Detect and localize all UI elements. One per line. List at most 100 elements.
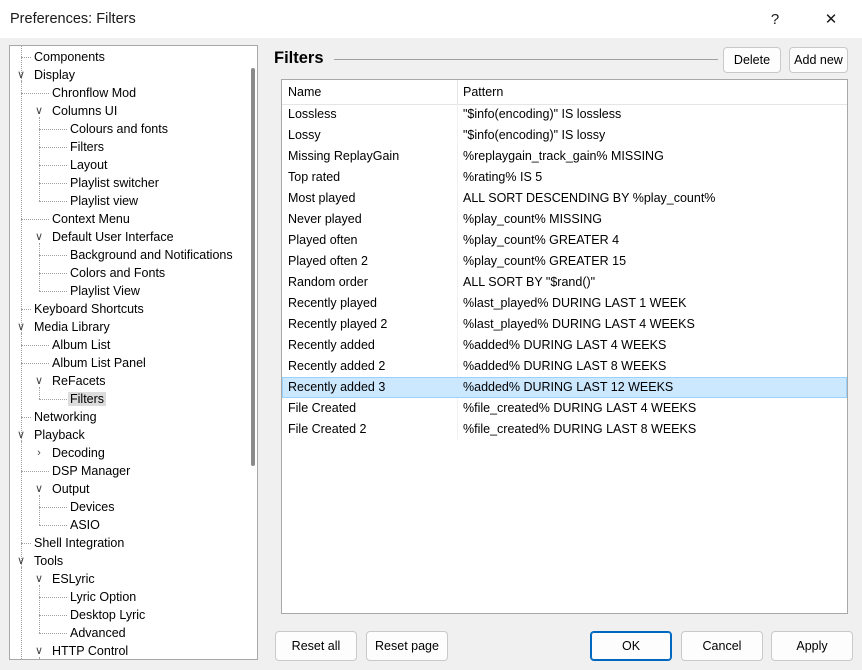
tree-item[interactable]: Decoding [50, 444, 107, 462]
tree-item[interactable]: Output [50, 480, 92, 498]
help-button[interactable]: ? [752, 4, 798, 34]
table-row[interactable]: File Created %file_created% DURING LAST 4… [282, 398, 847, 419]
filter-name-cell: Most played [288, 191, 356, 205]
tree-item[interactable]: Playlist switcher [68, 174, 161, 192]
tree-item[interactable]: DSP Manager [50, 462, 132, 480]
tree-scrollbar-thumb[interactable] [251, 68, 255, 466]
tree-item[interactable]: Columns UI [50, 102, 119, 120]
tree-connector-line [39, 255, 67, 256]
filter-name-cell: Played often 2 [288, 254, 368, 268]
add-new-button[interactable]: Add new [789, 47, 848, 73]
filter-pattern-cell: "$info(encoding)" IS lossless [463, 107, 622, 121]
apply-button[interactable]: Apply [771, 631, 853, 661]
table-row[interactable]: Played often 2 %play_count% GREATER 15 [282, 251, 847, 272]
tree-item[interactable]: ReFacets [50, 372, 108, 390]
table-row[interactable]: Never played %play_count% MISSING [282, 209, 847, 230]
tree-item[interactable]: Context Menu [50, 210, 132, 228]
tree-item[interactable]: Tools [32, 552, 65, 570]
tree-connector-line [39, 495, 40, 525]
filter-name-cell: Recently added 3 [288, 380, 386, 394]
window-title: Preferences: Filters [10, 11, 136, 27]
table-row[interactable]: Recently played 2 %last_played% DURING LA… [282, 314, 847, 335]
filter-pattern-cell: %play_count% MISSING [463, 212, 602, 226]
chevron-right-icon[interactable]: › [33, 444, 45, 462]
table-row[interactable]: File Created 2 %file_created% DURING LAST… [282, 419, 847, 440]
tree-connector-line [39, 399, 67, 400]
tree-item[interactable]: Networking [32, 408, 99, 426]
tree-item-label: Components [34, 50, 105, 64]
filter-pattern-cell: %rating% IS 5 [463, 170, 543, 184]
tree-item[interactable]: Playlist View [68, 282, 142, 300]
tree-item[interactable]: Album List [50, 336, 112, 354]
tree-item[interactable]: ESLyric [50, 570, 97, 588]
chevron-down-icon[interactable]: ∨ [33, 228, 45, 246]
chevron-down-icon[interactable]: ∨ [15, 426, 27, 444]
tree-item[interactable]: ASIO [68, 516, 102, 534]
table-row[interactable]: Missing ReplayGain %replaygain_track_gain… [282, 146, 847, 167]
tree-item-label: Devices [70, 500, 115, 514]
table-row[interactable]: Recently played %last_played% DURING LAST… [282, 293, 847, 314]
tree-item-label: Media Library [34, 320, 110, 334]
tree-item[interactable]: Components [32, 48, 107, 66]
reset-page-button[interactable]: Reset page [366, 631, 448, 661]
tree-item-label: ReFacets [52, 374, 106, 388]
table-row[interactable]: Top rated %rating% IS 5 [282, 167, 847, 188]
tree-item[interactable]: Shell Integration [32, 534, 126, 552]
chevron-down-icon[interactable]: ∨ [33, 372, 45, 390]
filter-name-cell: Top rated [288, 170, 341, 184]
tree-item[interactable]: Playback [32, 426, 87, 444]
tree-item[interactable]: Layout [68, 156, 110, 174]
preferences-tree[interactable]: Components Display ∨ Chronflow Mod Columns U… [9, 45, 258, 660]
tree-connector-line [21, 333, 22, 381]
tree-item[interactable]: Chronflow Mod [50, 84, 138, 102]
table-row[interactable]: Lossy "$info(encoding)" IS lossy [282, 125, 847, 146]
tree-item[interactable]: Devices [68, 498, 116, 516]
tree-item[interactable]: Media Library [32, 318, 112, 336]
filters-list[interactable]: Name Pattern Lossless "$info(encoding)" I… [281, 79, 848, 614]
table-row[interactable]: Recently added %added% DURING LAST 4 WEEK… [282, 335, 847, 356]
cancel-button[interactable]: Cancel [681, 631, 763, 661]
chevron-down-icon[interactable]: ∨ [33, 102, 45, 120]
chevron-down-icon[interactable]: ∨ [33, 480, 45, 498]
chevron-down-icon[interactable]: ∨ [33, 570, 45, 588]
tree-item[interactable]: Advanced [68, 624, 128, 642]
tree-item-label: Desktop Lyric [70, 608, 146, 622]
tree-item[interactable]: Playlist view [68, 192, 140, 210]
filter-name-cell: Lossy [288, 128, 321, 142]
close-button[interactable]: ✕ [808, 4, 854, 34]
tree-item[interactable]: Filters [68, 138, 106, 156]
chevron-down-icon[interactable]: ∨ [15, 552, 27, 570]
table-row[interactable]: Lossless "$info(encoding)" IS lossless [282, 104, 847, 125]
tree-item[interactable]: Desktop Lyric [68, 606, 147, 624]
table-row[interactable]: Played often %play_count% GREATER 4 [282, 230, 847, 251]
tree-item[interactable]: Display [32, 66, 77, 84]
tree-item[interactable]: Filters [68, 390, 107, 408]
column-header-name[interactable]: Name [282, 80, 458, 104]
tree-item[interactable]: Album List Panel [50, 354, 148, 372]
tree-item[interactable]: Keyboard Shortcuts [32, 300, 146, 318]
tree-item[interactable]: Default User Interface [50, 228, 176, 246]
table-row[interactable]: Recently added 2 %added% DURING LAST 8 WE… [282, 356, 847, 377]
tree-item[interactable]: Colors and Fonts [68, 264, 167, 282]
tree-item-label: Advanced [70, 626, 126, 640]
ok-button[interactable]: OK [590, 631, 672, 661]
column-header-pattern[interactable]: Pattern [457, 80, 843, 104]
tree-item-label: Playlist view [70, 194, 139, 208]
tree-item-label: Context Menu [52, 212, 130, 226]
tree-item[interactable]: HTTP Control [50, 642, 130, 659]
table-row[interactable]: Random order ALL SORT BY "$rand()" [282, 272, 847, 293]
apply-label: Apply [796, 639, 828, 653]
delete-button[interactable]: Delete [723, 47, 781, 73]
tree-item[interactable]: Background and Notifications [68, 246, 235, 264]
heading-divider [334, 59, 718, 60]
chevron-down-icon[interactable]: ∨ [15, 318, 27, 336]
table-row[interactable]: Recently added 3 %added% DURING LAST 12 W… [282, 377, 847, 398]
tree-item[interactable]: Lyric Option [68, 588, 138, 606]
chevron-down-icon[interactable]: ∨ [33, 642, 45, 659]
chevron-down-icon[interactable]: ∨ [15, 66, 27, 84]
filter-pattern-cell: %file_created% DURING LAST 8 WEEKS [463, 422, 697, 436]
reset-all-button[interactable]: Reset all [275, 631, 357, 661]
tree-item-label: Default User Interface [52, 230, 174, 244]
tree-item[interactable]: Colours and fonts [68, 120, 170, 138]
table-row[interactable]: Most played ALL SORT DESCENDING BY %play_… [282, 188, 847, 209]
